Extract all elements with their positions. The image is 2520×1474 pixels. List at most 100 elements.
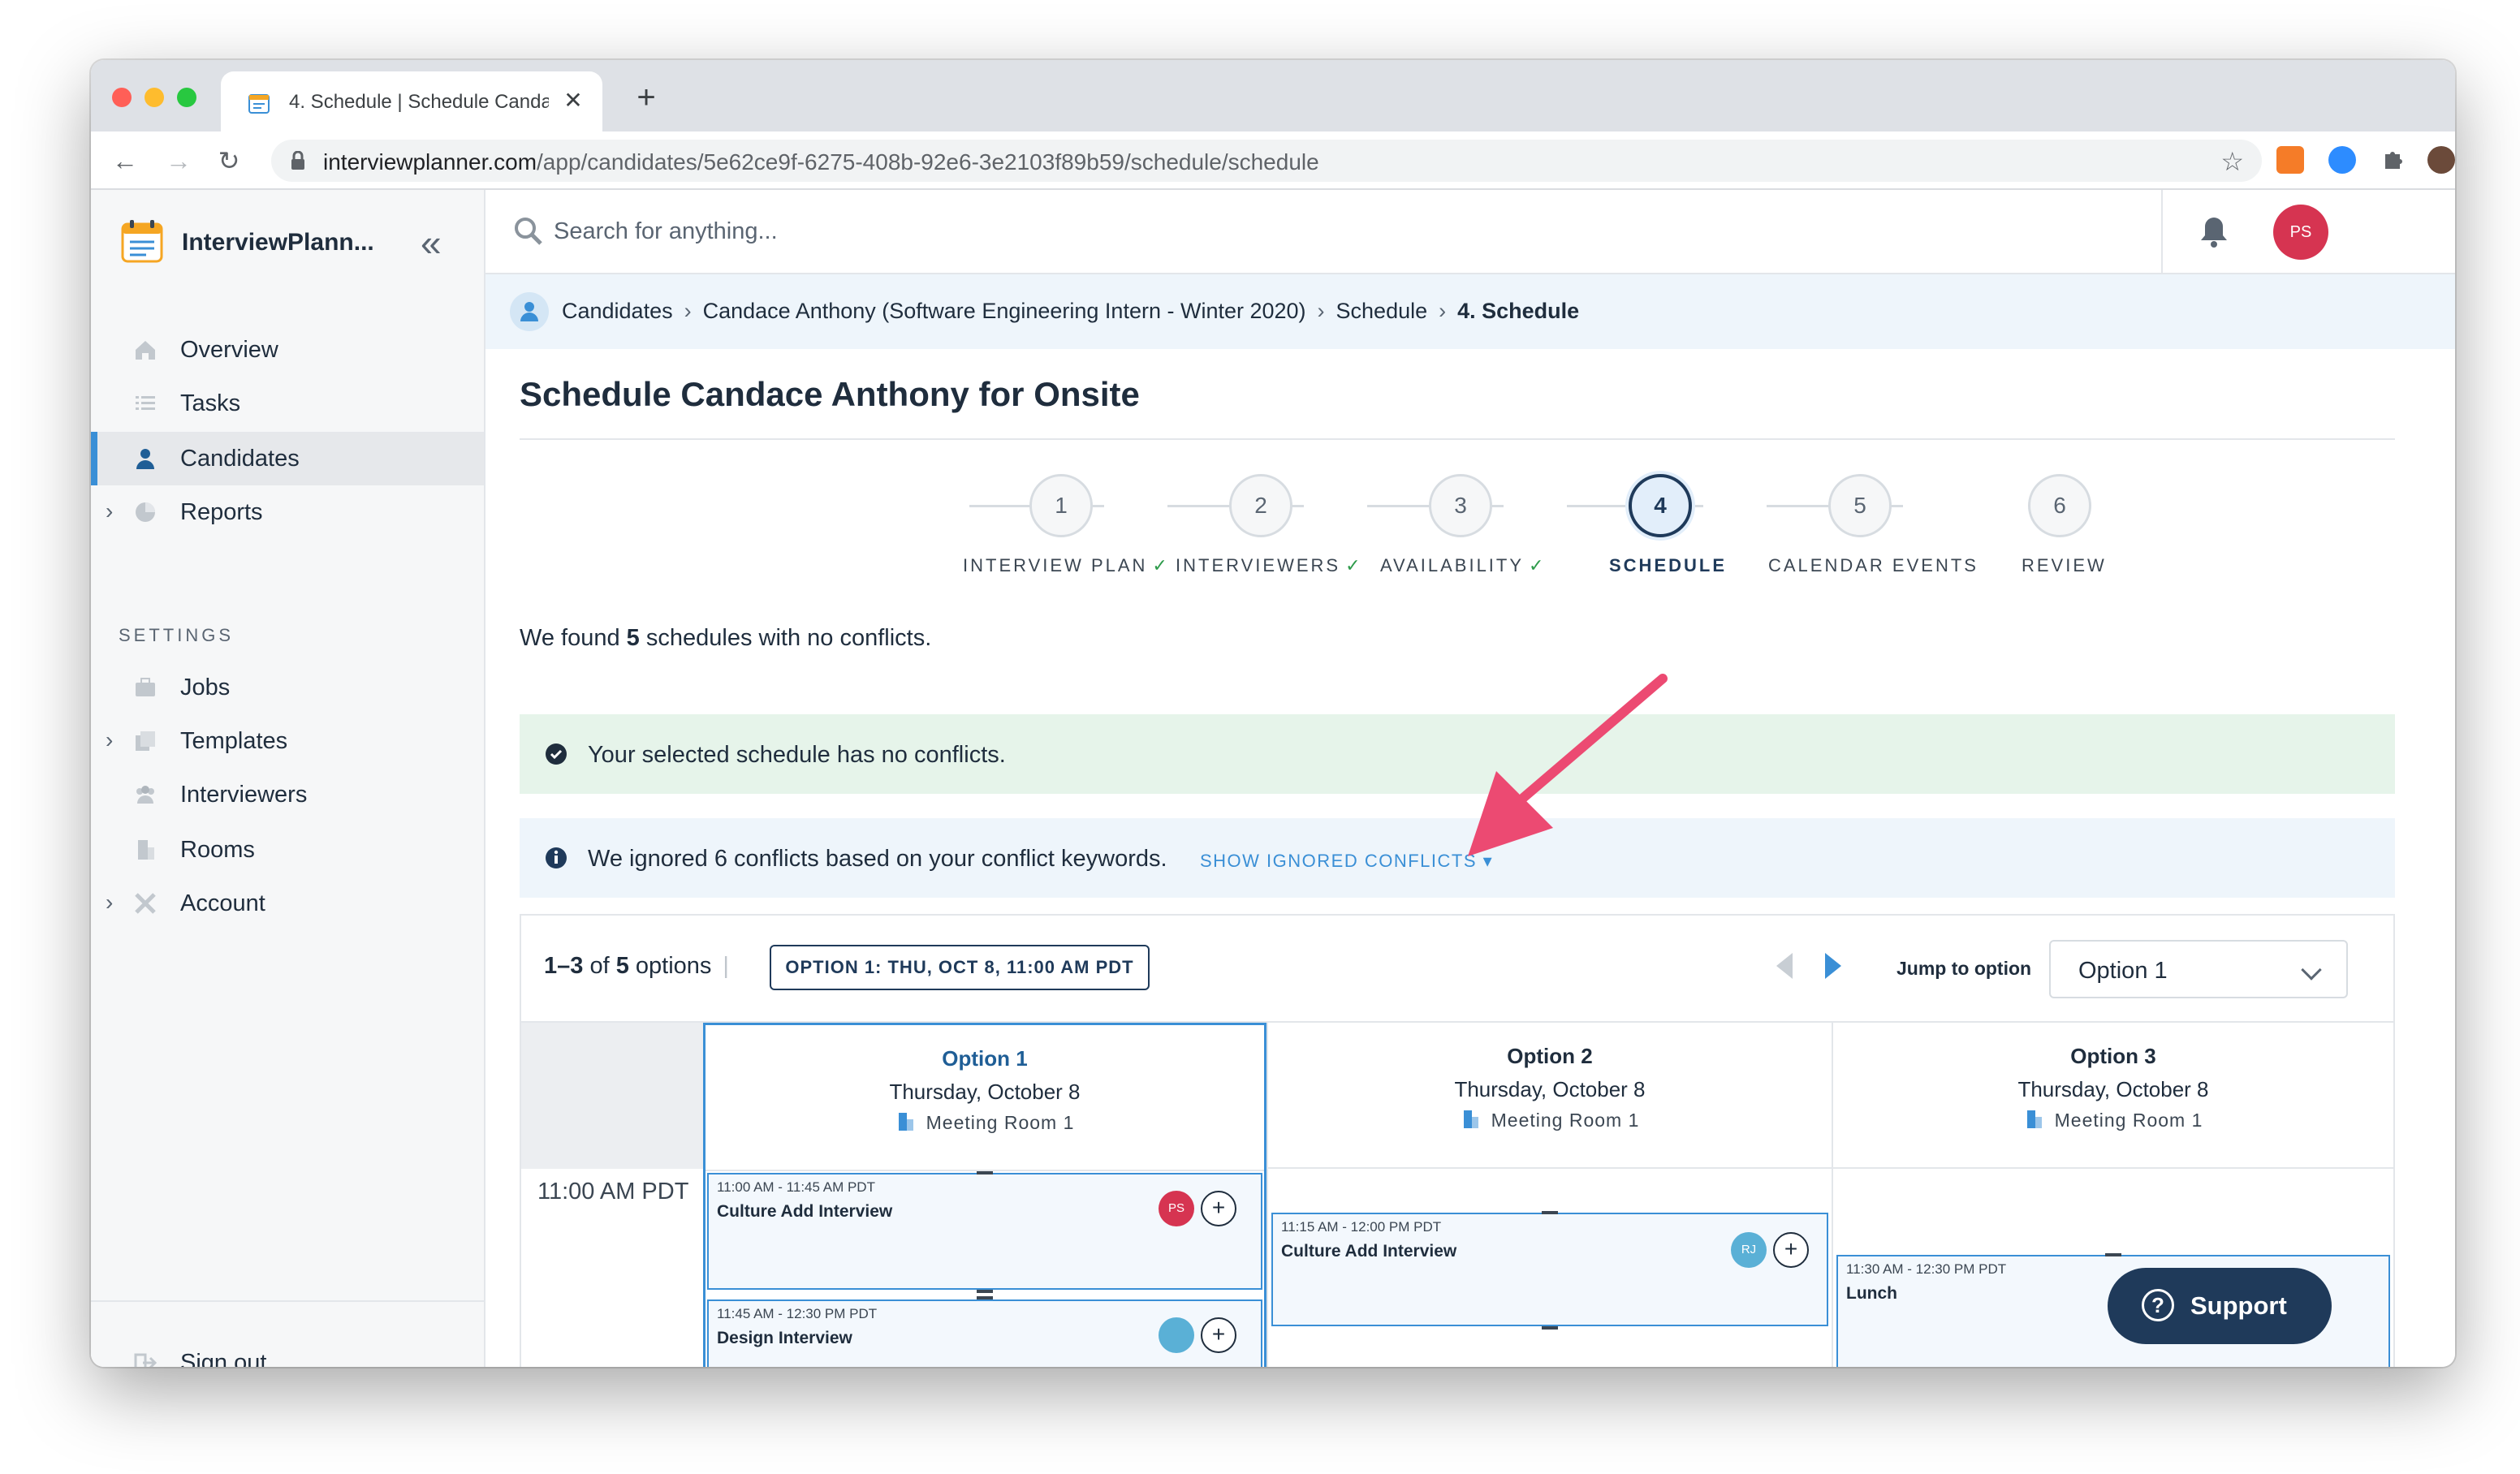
drag-handle[interactable] xyxy=(1542,1211,1558,1214)
add-interviewer-button[interactable]: + xyxy=(1773,1232,1809,1268)
drag-handle[interactable] xyxy=(1542,1326,1558,1330)
step-1[interactable]: 1 xyxy=(1029,474,1093,537)
collapse-sidebar-icon[interactable]: « xyxy=(421,221,441,265)
sidebar-item-interviewers[interactable]: Interviewers xyxy=(91,768,484,821)
event-card[interactable]: 11:45 AM - 12:30 PM PDT Design Interview… xyxy=(707,1296,1262,1367)
home-icon xyxy=(136,341,155,360)
chevron-right-icon[interactable]: › xyxy=(106,498,113,524)
drag-handle[interactable] xyxy=(2105,1253,2121,1256)
forward-arrow-icon[interactable]: → xyxy=(161,143,196,179)
event-time: 11:30 AM - 12:30 PM PDT xyxy=(1846,1261,2007,1277)
jump-to-option-select[interactable]: Option 1 xyxy=(2049,940,2348,998)
hubspot-extension-icon[interactable] xyxy=(2276,146,2304,174)
selected-option-chip[interactable]: OPTION 1: THU, OCT 8, 11:00 AM PDT xyxy=(770,945,1150,990)
close-tab-icon[interactable]: ✕ xyxy=(559,86,588,115)
event-title: Culture Add Interview xyxy=(717,1202,893,1221)
checkmark-icon: ✓ xyxy=(1152,555,1170,575)
info-alert: We ignored 6 conflicts based on your con… xyxy=(520,818,2395,898)
page-title: Schedule Candace Anthony for Onsite xyxy=(520,375,1140,413)
new-tab-button[interactable]: + xyxy=(627,78,666,117)
sidebar-item-label: Tasks xyxy=(180,390,241,416)
main-content: Schedule Candace Anthony for Onsite 1 2 … xyxy=(485,349,2455,1367)
user-avatar[interactable]: PS xyxy=(2273,205,2328,260)
zoom-extension-icon[interactable] xyxy=(2328,146,2356,174)
step-3-label: AVAILABILITY ✓ xyxy=(1380,555,1547,575)
sign-out-button[interactable]: Sign out xyxy=(91,1336,484,1367)
drag-handle[interactable] xyxy=(977,1290,993,1293)
url-text: interviewplanner.com/app/candidates/5e62… xyxy=(323,149,1319,175)
step-3[interactable]: 3 xyxy=(1429,474,1492,537)
maximize-window-button[interactable] xyxy=(177,88,196,107)
help-icon: ? xyxy=(2142,1289,2174,1321)
add-interviewer-button[interactable]: + xyxy=(1201,1191,1236,1226)
event-title: Culture Add Interview xyxy=(1281,1242,1457,1261)
sidebar-item-tasks[interactable]: Tasks xyxy=(91,377,484,430)
close-window-button[interactable] xyxy=(112,88,132,107)
support-button[interactable]: ? Support xyxy=(2108,1268,2332,1344)
drag-handle[interactable] xyxy=(977,1296,993,1299)
tools-icon xyxy=(135,893,156,914)
step-2-label: INTERVIEWERS ✓ xyxy=(1176,555,1363,575)
option-date: Thursday, October 8 xyxy=(2017,1077,2209,1101)
step-4[interactable]: 4 xyxy=(1629,474,1692,537)
sidebar-item-templates[interactable]: › Templates xyxy=(91,714,484,768)
option-2-column[interactable]: Option 2 Thursday, October 8 Meeting Roo… xyxy=(1266,1023,1832,1367)
info-alert-text: We ignored 6 conflicts based on your con… xyxy=(588,846,1167,872)
back-arrow-icon[interactable]: ← xyxy=(107,143,143,179)
pie-chart-icon xyxy=(136,502,155,522)
brand-name[interactable]: InterviewPlann... xyxy=(182,229,374,256)
sidebar-item-rooms[interactable]: Rooms xyxy=(91,823,484,877)
drag-handle[interactable] xyxy=(977,1171,993,1174)
sidebar-item-account[interactable]: › Account xyxy=(91,877,484,930)
step-2[interactable]: 2 xyxy=(1229,474,1292,537)
event-card[interactable]: 11:15 AM - 12:00 PM PDT Culture Add Inte… xyxy=(1271,1211,1828,1330)
search-input[interactable] xyxy=(554,213,1284,250)
step-6[interactable]: 6 xyxy=(2028,474,2091,537)
step-1-label: INTERVIEW PLAN ✓ xyxy=(963,555,1170,575)
interviewer-avatar[interactable] xyxy=(1159,1317,1194,1353)
info-icon xyxy=(546,847,567,868)
show-ignored-conflicts-link[interactable]: SHOW IGNORED CONFLICTS ▾ xyxy=(1200,851,1493,872)
previous-page-icon[interactable] xyxy=(1776,953,1793,979)
success-alert-text: Your selected schedule has no conflicts. xyxy=(588,742,1006,768)
address-bar[interactable]: interviewplanner.com/app/candidates/5e62… xyxy=(271,140,2262,182)
sidebar-item-jobs[interactable]: Jobs xyxy=(91,661,484,714)
next-page-icon[interactable] xyxy=(1825,953,1841,979)
sidebar-item-overview[interactable]: Overview xyxy=(91,323,484,377)
event-card[interactable]: 11:00 AM - 11:45 AM PDT Culture Add Inte… xyxy=(707,1171,1262,1293)
profile-avatar-icon[interactable] xyxy=(2427,146,2455,174)
breadcrumb-candidate[interactable]: Candace Anthony (Software Engineering In… xyxy=(703,299,1306,323)
bookmark-star-icon[interactable]: ☆ xyxy=(2220,146,2244,177)
top-bar: PS xyxy=(485,190,2455,274)
option-1-column[interactable]: Option 1 Thursday, October 8 Meeting Roo… xyxy=(703,1023,1266,1367)
chevron-right-icon[interactable]: › xyxy=(106,890,113,916)
browser-toolbar: ← → ↻ interviewplanner.com/app/candidate… xyxy=(91,131,2455,190)
minimize-window-button[interactable] xyxy=(145,88,164,107)
annotation-arrow-icon xyxy=(1468,674,1668,856)
breadcrumb-current: 4. Schedule xyxy=(1457,299,1580,323)
sidebar-item-label: Interviewers xyxy=(180,782,308,808)
support-label: Support xyxy=(2190,1291,2287,1320)
people-icon xyxy=(136,786,154,804)
door-icon xyxy=(2026,1110,2042,1128)
sidebar-item-label: Templates xyxy=(180,728,288,754)
breadcrumb-separator: › xyxy=(1439,299,1447,323)
puzzle-extensions-icon[interactable] xyxy=(2379,146,2406,174)
interviewer-avatar[interactable]: RJ xyxy=(1731,1232,1767,1268)
browser-tab[interactable]: 4. Schedule | Schedule Candace ✕ xyxy=(221,71,602,131)
notifications-button[interactable] xyxy=(2161,190,2260,274)
add-interviewer-button[interactable]: + xyxy=(1201,1317,1236,1353)
sidebar-item-reports[interactable]: › Reports xyxy=(91,485,484,539)
breadcrumb-schedule[interactable]: Schedule xyxy=(1336,299,1428,323)
sidebar-item-candidates[interactable]: Candidates xyxy=(91,432,484,485)
chevron-right-icon[interactable]: › xyxy=(106,727,113,753)
reload-icon[interactable]: ↻ xyxy=(211,143,247,179)
step-5[interactable]: 5 xyxy=(1828,474,1892,537)
breadcrumb: Candidates › Candace Anthony (Software Eng… xyxy=(485,274,2455,349)
sidebar: InterviewPlann... « Overview Tasks Candi… xyxy=(91,190,485,1367)
interviewer-avatar[interactable]: PS xyxy=(1159,1191,1194,1226)
sidebar-item-label: Jobs xyxy=(180,675,231,700)
bell-icon xyxy=(2201,218,2227,248)
breadcrumb-candidates[interactable]: Candidates xyxy=(562,299,673,323)
check-circle-icon xyxy=(546,743,567,765)
